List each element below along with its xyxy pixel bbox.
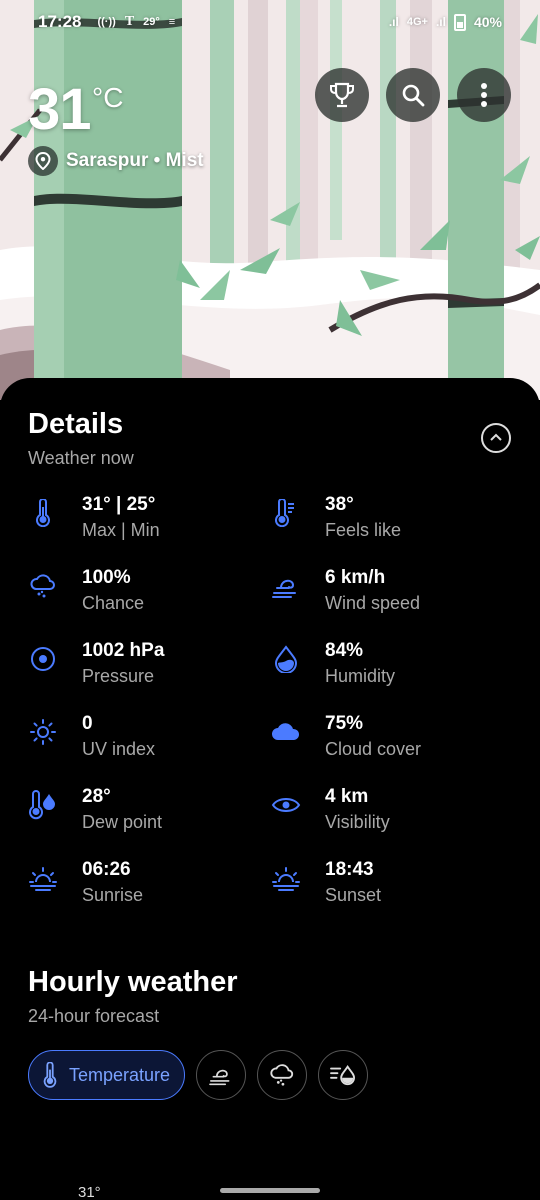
- battery-percent: 40%: [473, 14, 502, 30]
- temperature-unit: °C: [92, 82, 124, 113]
- detail-cloud-cover: 75% Cloud cover: [271, 709, 511, 769]
- news-icon: T: [124, 14, 135, 29]
- chip-temperature-label: Temperature: [69, 1064, 171, 1085]
- location-row[interactable]: Saraspur • Mist: [28, 146, 204, 176]
- notes-icon: ≡: [168, 16, 176, 28]
- rain-cloud-icon: [28, 571, 58, 601]
- more-vertical-icon: [481, 83, 487, 107]
- more-options-button[interactable]: [457, 68, 511, 122]
- cloud-icon: [271, 717, 301, 747]
- search-button[interactable]: [386, 68, 440, 122]
- wind-icon: [209, 1069, 230, 1086]
- dew-point-icon: [28, 790, 58, 820]
- status-notification-icons: ((·)) T 29° ≡: [97, 14, 175, 30]
- trophy-button[interactable]: [315, 68, 369, 122]
- chip-temperature[interactable]: Temperature: [28, 1050, 186, 1100]
- pressure-icon: [28, 644, 58, 674]
- status-time: 17:28: [38, 12, 82, 31]
- search-icon: [402, 84, 425, 107]
- home-indicator[interactable]: [220, 1188, 320, 1193]
- chevron-up-icon: [490, 433, 502, 441]
- detail-pressure: 1002 hPa Pressure: [28, 636, 268, 696]
- status-small-temp: 29°: [143, 16, 160, 28]
- sunset-icon: [271, 863, 301, 893]
- sun-icon: [28, 717, 58, 747]
- detail-visibility: 4 km Visibility: [271, 782, 511, 842]
- humidity-icon: [330, 1065, 356, 1086]
- detail-humidity: 84% Humidity: [271, 636, 511, 696]
- chip-precipitation[interactable]: [257, 1050, 308, 1100]
- network-type: 4G+: [406, 16, 428, 28]
- location-label: Saraspur • Mist: [66, 150, 204, 171]
- eye-icon: [271, 790, 301, 820]
- detail-uv-index: 0 UV index: [28, 709, 268, 769]
- thermometer-icon: [28, 498, 58, 528]
- rain-cloud-icon: [270, 1064, 294, 1086]
- hourly-subtitle: 24-hour forecast: [28, 1006, 160, 1026]
- sunrise-icon: [28, 863, 58, 893]
- signal-icon-2: .ıl: [435, 15, 446, 29]
- detail-chance: 100% Chance: [28, 563, 268, 623]
- detail-sunrise: 06:26 Sunrise: [28, 855, 268, 915]
- chip-wind[interactable]: [196, 1050, 247, 1100]
- hourly-first-temp: 31°: [78, 1184, 101, 1200]
- battery-icon: [453, 13, 466, 31]
- hotspot-icon: ((·)): [97, 16, 116, 28]
- signal-icon: .ıl: [388, 15, 399, 29]
- thermometer-icon: [43, 1062, 57, 1088]
- detail-wind-speed: 6 km/h Wind speed: [271, 563, 511, 623]
- detail-feels-like: 38° Feels like: [271, 490, 511, 550]
- weather-illustration: [0, 0, 540, 400]
- details-sheet: Details Weather now 31° | 25° Max | Min …: [0, 378, 540, 1200]
- wind-icon: [271, 571, 301, 601]
- water-drop-icon: [271, 644, 301, 674]
- details-subtitle: Weather now: [28, 448, 134, 468]
- location-pin-icon: [28, 146, 58, 176]
- detail-sunset: 18:43 Sunset: [271, 855, 511, 915]
- chip-humidity[interactable]: [318, 1050, 369, 1100]
- trophy-icon: [330, 82, 354, 108]
- current-temperature: 31: [28, 77, 92, 142]
- detail-max-min: 31° | 25° Max | Min: [28, 490, 268, 550]
- collapse-button[interactable]: [481, 423, 511, 453]
- hourly-title: Hourly weather: [28, 966, 238, 998]
- detail-dew-point: 28° Dew point: [28, 782, 268, 842]
- feels-like-thermometer-icon: [271, 498, 301, 528]
- hourly-chip-group: Temperature: [28, 1050, 369, 1100]
- status-bar: 17:28 ((·)) T 29° ≡ .ıl 4G+ .ıl 40%: [0, 0, 540, 44]
- details-title: Details: [28, 408, 124, 440]
